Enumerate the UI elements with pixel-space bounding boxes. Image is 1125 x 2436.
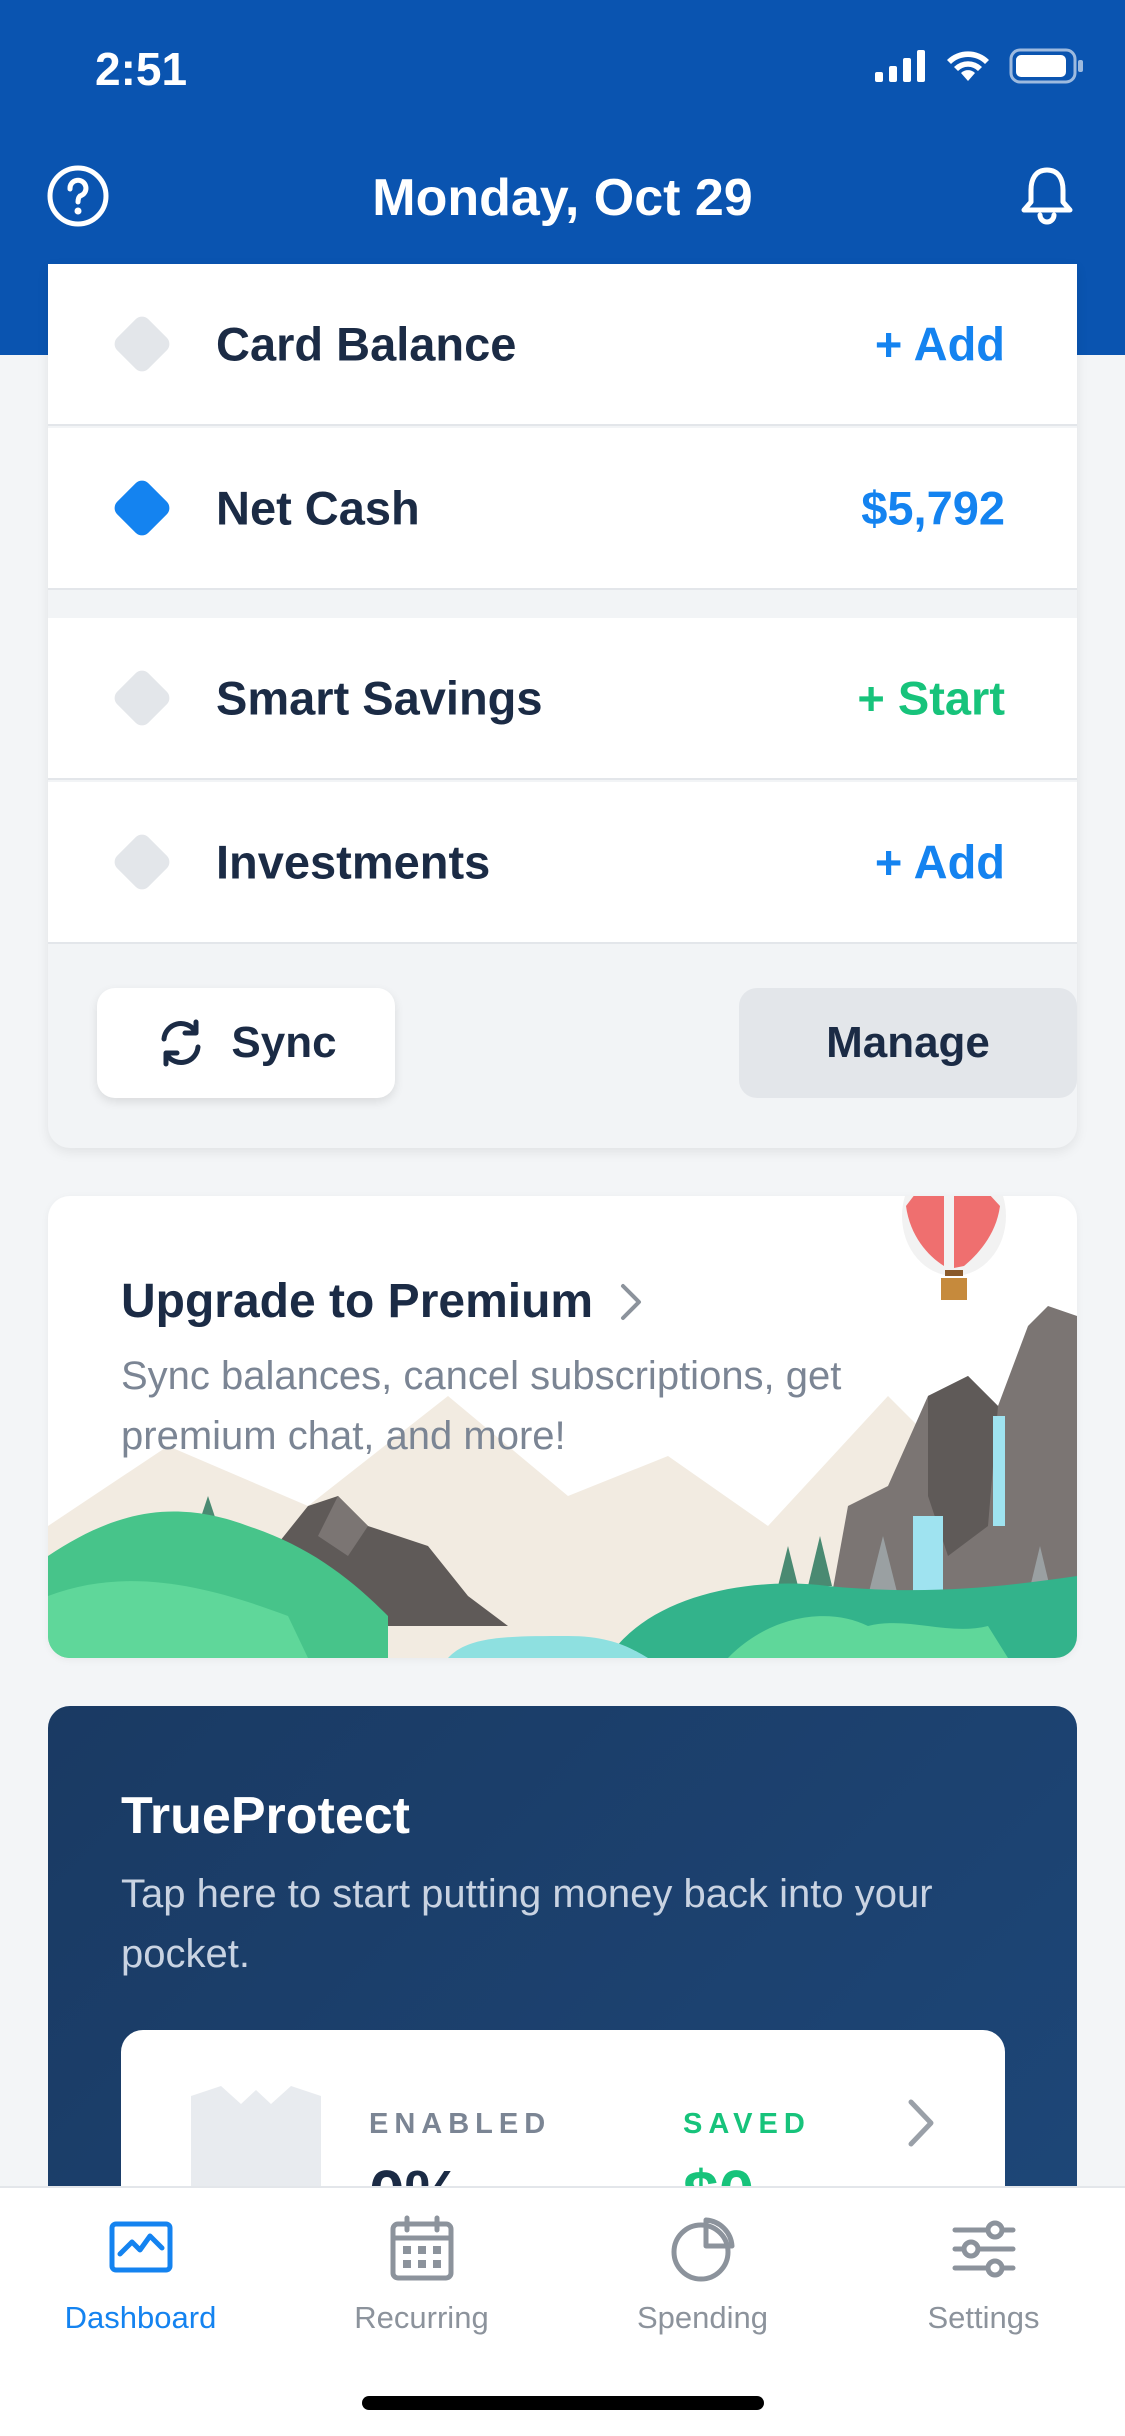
tab-label: Recurring	[354, 2300, 489, 2335]
pie-chart-icon	[671, 2217, 734, 2282]
account-label: Net Cash	[216, 481, 420, 535]
tab-recurring[interactable]: Recurring	[281, 2188, 562, 2358]
calendar-icon	[390, 2215, 453, 2281]
page-title: Monday, Oct 29	[372, 169, 753, 227]
manage-label: Manage	[826, 1018, 990, 1067]
trueprotect-card[interactable]: TrueProtect Tap here to start putting mo…	[48, 1706, 1077, 2186]
sliders-icon	[952, 2220, 1015, 2278]
notifications-button[interactable]	[1015, 162, 1079, 226]
home-indicator[interactable]	[362, 2396, 764, 2410]
sync-label: Sync	[231, 1018, 337, 1067]
battery-icon	[1009, 48, 1083, 84]
account-row-card-balance[interactable]: Card Balance + Add	[48, 264, 1077, 426]
sync-icon	[161, 1019, 201, 1067]
tab-dashboard[interactable]: Dashboard	[0, 2188, 281, 2358]
dashboard-icon	[109, 2221, 172, 2273]
add-investments-button[interactable]: + Add	[875, 835, 1005, 890]
tab-label: Spending	[636, 2300, 768, 2335]
signal-icon	[875, 50, 925, 82]
sync-button[interactable]: Sync	[97, 988, 395, 1098]
account-diamond-icon	[110, 666, 174, 730]
bell-icon	[1021, 167, 1073, 225]
manage-button[interactable]: Manage	[739, 988, 1077, 1098]
tab-settings[interactable]: Settings	[843, 2188, 1124, 2358]
premium-description: Sync balances, cancel subscriptions, get…	[121, 1354, 842, 1458]
enabled-value: 0%	[369, 2156, 462, 2186]
account-diamond-icon	[110, 312, 174, 376]
account-row-smart-savings[interactable]: Smart Savings + Start	[48, 618, 1077, 780]
wifi-icon	[947, 51, 989, 81]
account-label: Investments	[216, 835, 491, 889]
chevron-right-icon	[621, 1283, 642, 1320]
start-savings-button[interactable]: + Start	[857, 671, 1005, 726]
account-diamond-icon	[110, 830, 174, 894]
saved-label: SAVED	[683, 2108, 811, 2140]
trueprotect-description: Tap here to start putting money back int…	[121, 1872, 933, 1976]
accounts-card: Card Balance + Add Net Cash $5,792 Smart…	[48, 264, 1077, 1148]
premium-title: Upgrade to Premium	[121, 1274, 643, 1329]
account-diamond-icon	[110, 476, 174, 540]
account-label: Smart Savings	[216, 671, 543, 725]
account-label: Card Balance	[216, 317, 517, 371]
trueprotect-stats[interactable]: ENABLED 0% SAVED $0	[121, 2030, 1005, 2186]
saved-value: $0	[683, 2156, 754, 2186]
add-card-button[interactable]: + Add	[875, 317, 1005, 372]
premium-title-text: Upgrade to Premium	[121, 1275, 594, 1328]
tab-spending[interactable]: Spending	[562, 2188, 843, 2358]
account-row-investments[interactable]: Investments + Add	[48, 782, 1077, 944]
chevron-right-icon	[908, 2099, 934, 2147]
account-row-net-cash[interactable]: Net Cash $5,792	[48, 428, 1077, 590]
shield-icon	[191, 2086, 321, 2186]
status-icons	[875, 48, 1085, 84]
enabled-label: ENABLED	[369, 2108, 552, 2140]
status-time: 2:51	[95, 43, 188, 95]
tab-label: Settings	[927, 2300, 1040, 2335]
trueprotect-title: TrueProtect	[121, 1787, 410, 1845]
upgrade-premium-card[interactable]: Upgrade to Premium Sync balances, cancel…	[48, 1196, 1077, 1658]
tab-label: Dashboard	[64, 2300, 217, 2335]
net-cash-value: $5,792	[861, 481, 1005, 535]
